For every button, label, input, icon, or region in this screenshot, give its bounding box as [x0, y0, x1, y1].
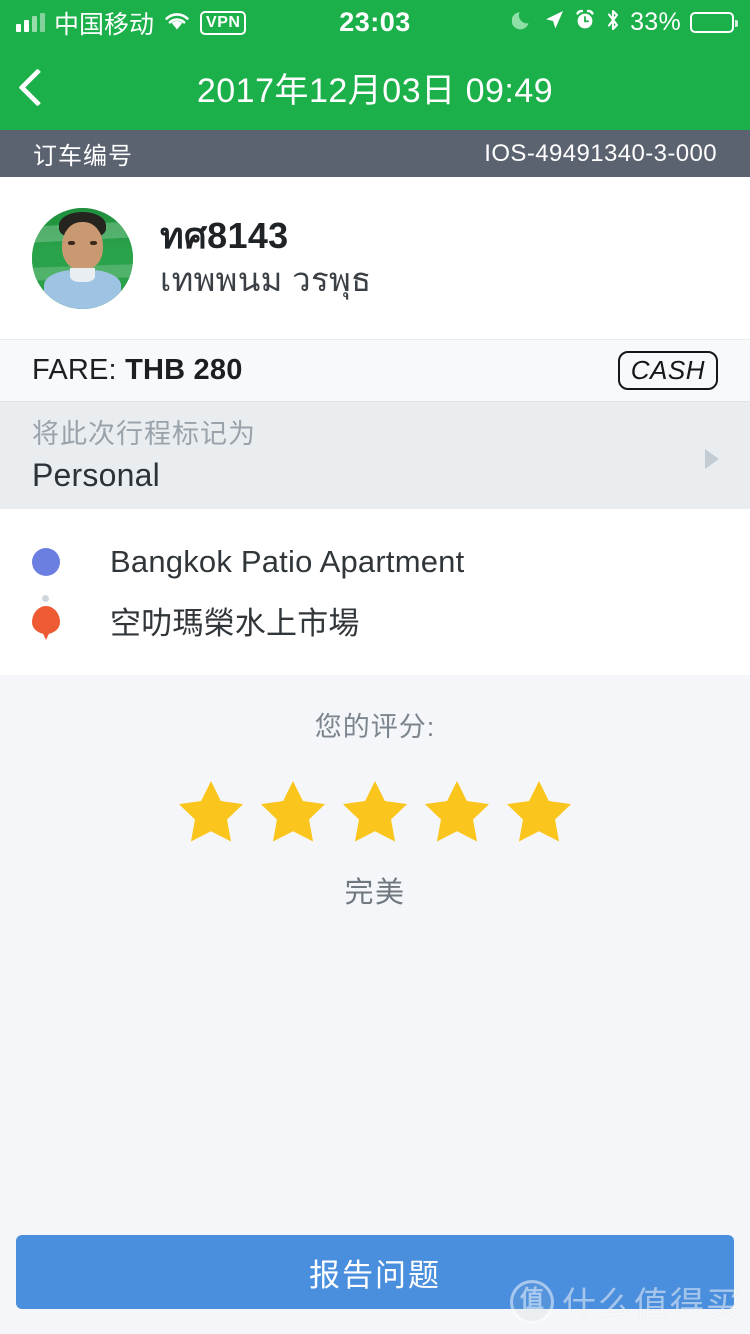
- back-button[interactable]: [0, 45, 74, 130]
- rating-section: 您的评分: 完美: [0, 675, 750, 1248]
- chevron-left-icon: [17, 68, 57, 107]
- driver-name: เทพพนม วรพุธ: [160, 261, 372, 298]
- battery-percent-label: 33%: [630, 8, 681, 36]
- status-bar: 中国移动 VPN 23:03 33%: [0, 0, 750, 45]
- alarm-clock-icon: [574, 9, 596, 36]
- nav-bar: 2017年12月03日 09:49: [0, 45, 750, 130]
- driver-avatar[interactable]: [32, 207, 133, 309]
- carrier-label: 中国移动: [54, 10, 155, 39]
- dropoff-marker: [32, 606, 78, 634]
- route-row-pickup: Bangkok Patio Apartment: [0, 533, 750, 591]
- star-icon[interactable]: [255, 773, 331, 847]
- rating-stars[interactable]: [0, 773, 750, 847]
- star-icon[interactable]: [173, 773, 249, 847]
- moon-icon: [511, 9, 534, 36]
- map-pin-icon: [32, 606, 60, 634]
- pickup-address: Bangkok Patio Apartment: [110, 544, 465, 579]
- star-icon[interactable]: [501, 773, 577, 847]
- bluetooth-icon: [605, 8, 621, 37]
- payment-method-badge: CASH: [617, 351, 718, 390]
- trip-tag-caption: 将此次行程标记为: [32, 419, 256, 449]
- status-bar-right: 33%: [511, 8, 738, 37]
- triangle-right-icon[interactable]: [705, 449, 719, 469]
- driver-info: ทศ8143 เทพพนม วรพุธ: [160, 214, 371, 302]
- vpn-badge: VPN: [200, 10, 247, 35]
- status-bar-left: 中国移动 VPN: [16, 5, 247, 41]
- fare-amount: THB 280: [125, 354, 243, 386]
- trip-tag-row[interactable]: 将此次行程标记为 Personal: [0, 402, 750, 509]
- rating-caption: 您的评分:: [314, 712, 436, 742]
- rating-word: 完美: [344, 877, 406, 909]
- star-icon[interactable]: [419, 773, 495, 847]
- order-number-bar: 订车编号 IOS-49491340-3-000: [0, 130, 750, 177]
- fare-text: FARE: THB 280: [32, 354, 243, 387]
- wifi-icon: [163, 10, 191, 36]
- circle-dot-icon: [32, 548, 60, 576]
- driver-section[interactable]: ทศ8143 เทพพนม วรพุธ: [0, 177, 750, 340]
- battery-icon: [690, 12, 738, 33]
- order-number-value: IOS-49491340-3-000: [484, 139, 717, 167]
- page-title: 2017年12月03日 09:49: [196, 72, 554, 110]
- order-number-label: 订车编号: [33, 143, 133, 170]
- fare-label: FARE:: [32, 354, 117, 386]
- dropoff-address: 空叻瑪榮水上市場: [110, 605, 360, 641]
- fare-row: FARE: THB 280 CASH: [0, 340, 750, 402]
- location-arrow-icon: [543, 9, 565, 36]
- pickup-marker: [32, 548, 78, 576]
- route-section: Bangkok Patio Apartment 空叻瑪榮水上市場: [0, 509, 750, 675]
- footer: 报告问题 值 什么值得买: [0, 1210, 750, 1334]
- report-problem-button[interactable]: 报告问题: [16, 1235, 734, 1309]
- signal-icon: [16, 12, 45, 32]
- route-row-dropoff: 空叻瑪榮水上市場: [0, 591, 750, 649]
- driver-id: ทศ8143: [160, 215, 289, 256]
- trip-tag-value: Personal: [32, 457, 160, 493]
- star-icon[interactable]: [337, 773, 413, 847]
